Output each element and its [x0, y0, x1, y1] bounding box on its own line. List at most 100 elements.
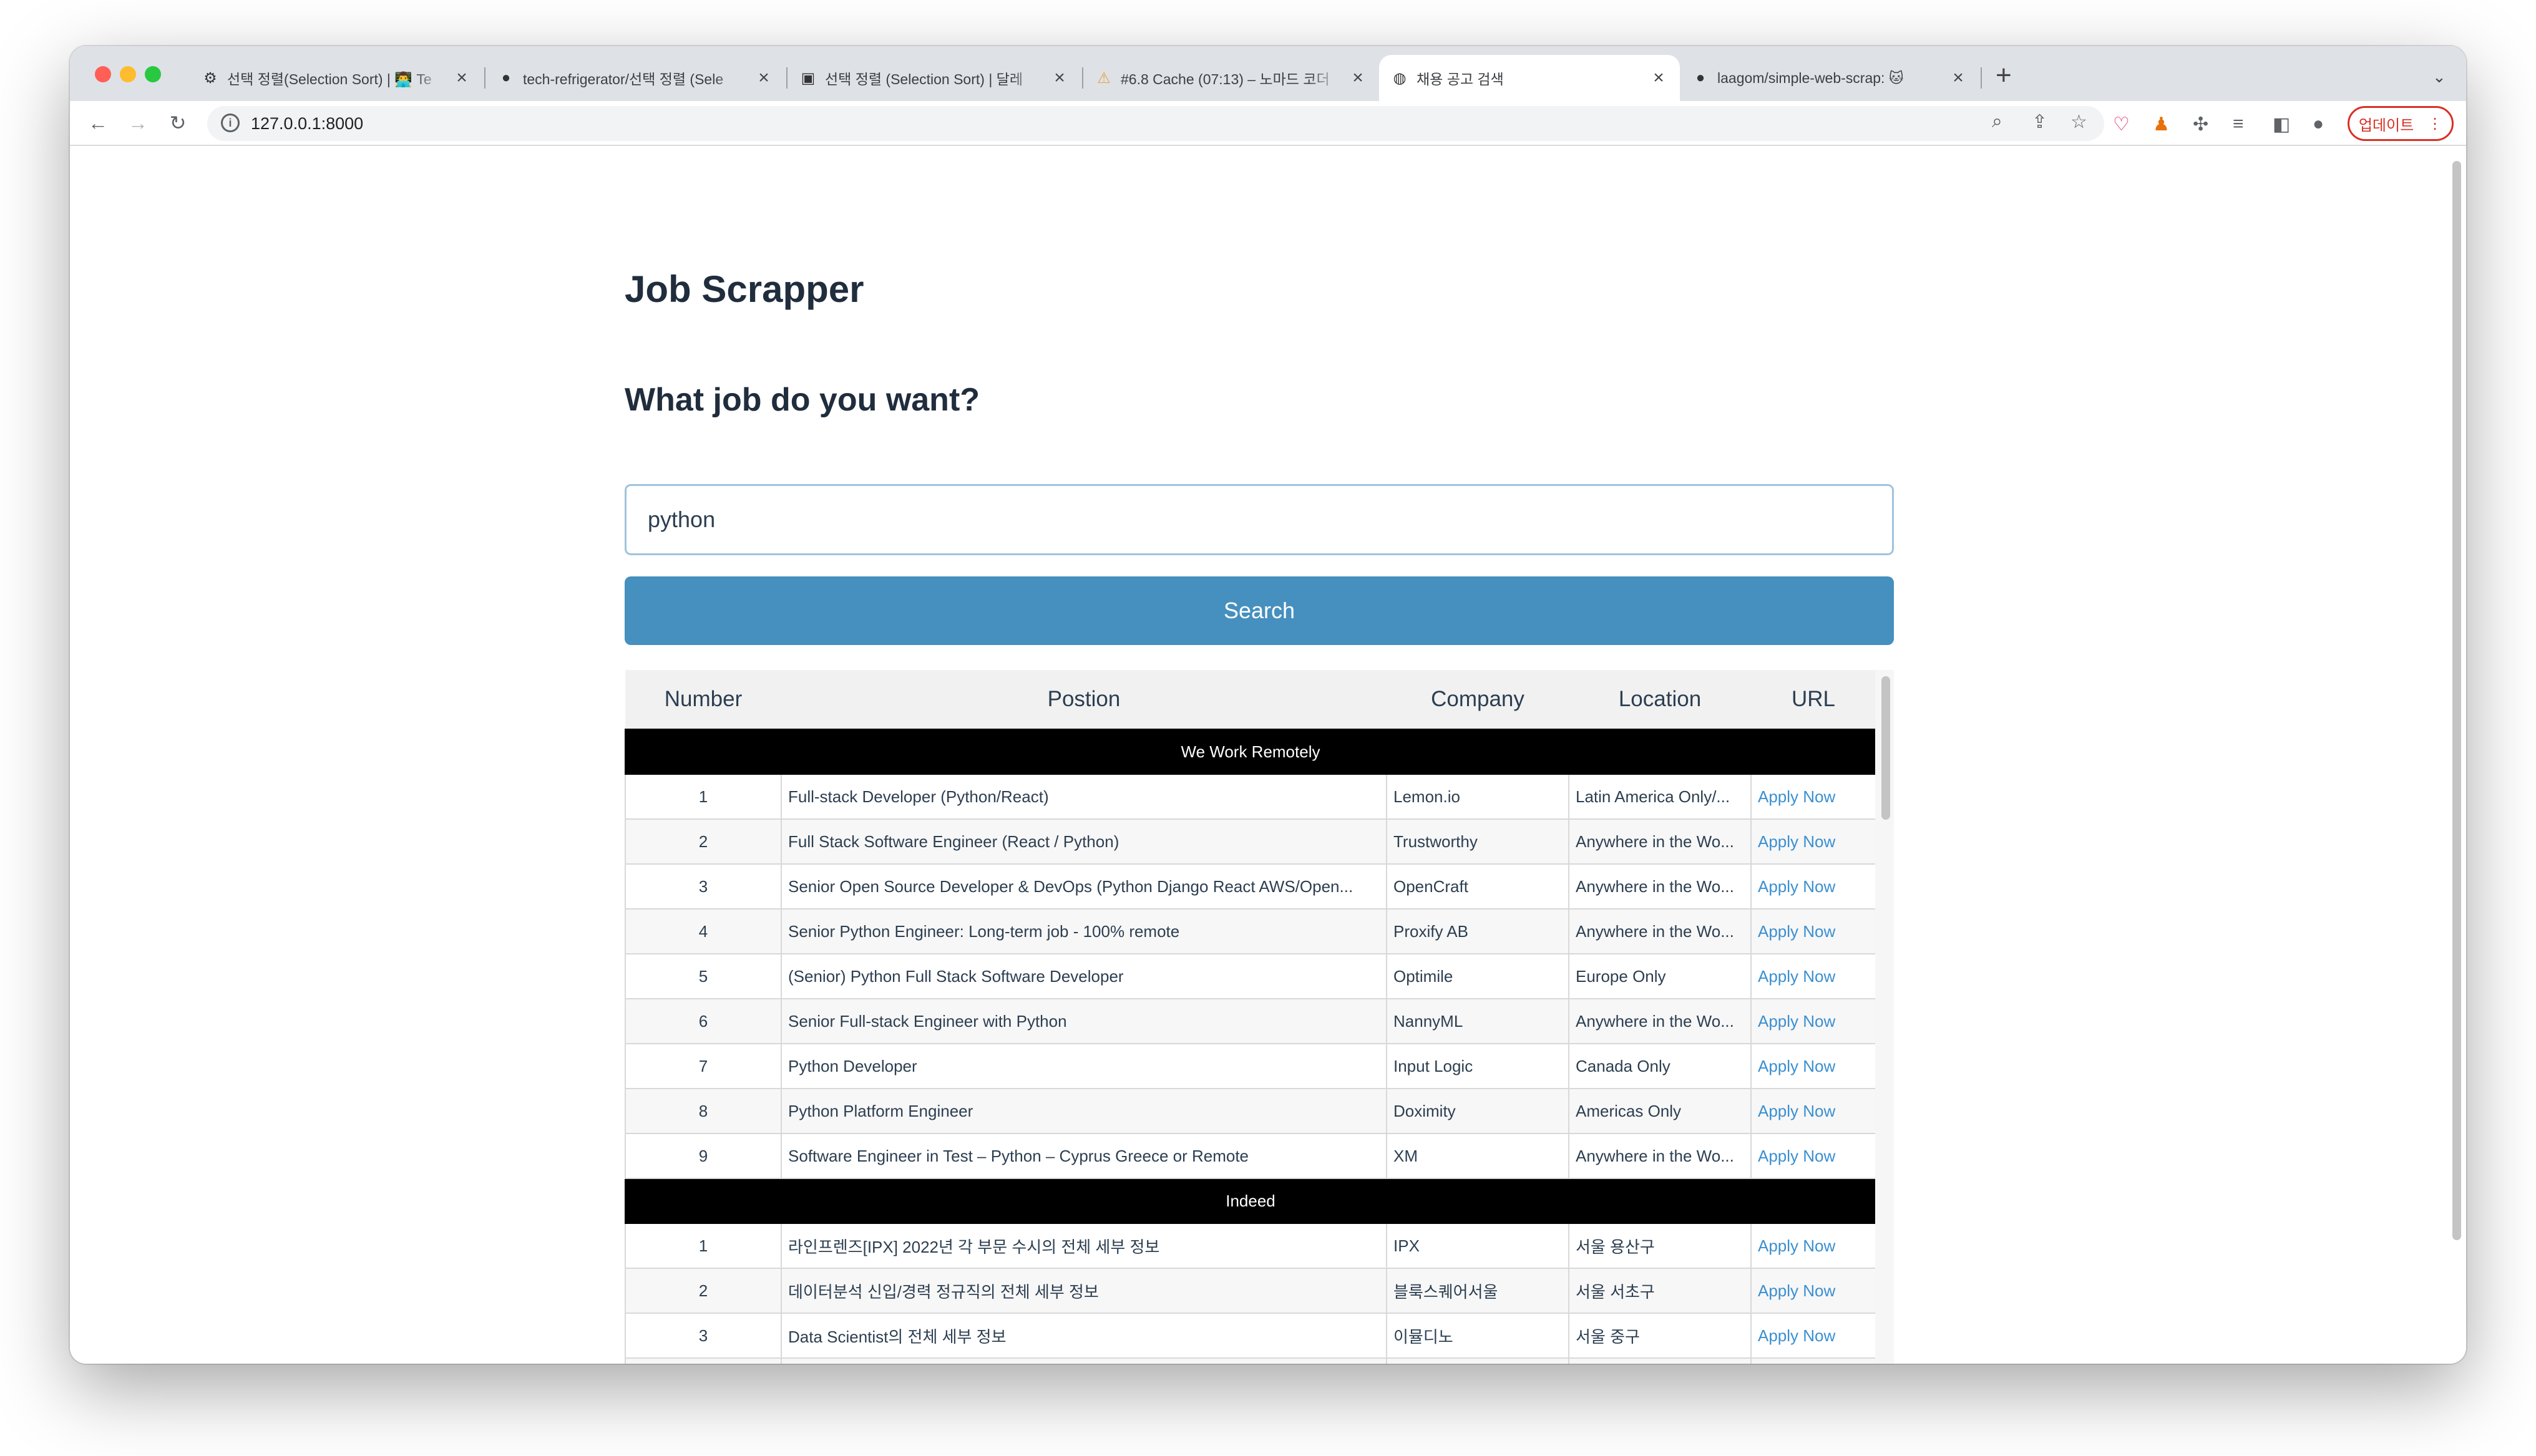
apply-now-link[interactable]: Apply Now — [1758, 1057, 1835, 1075]
apply-now-link[interactable]: Apply Now — [1758, 877, 1835, 896]
tab-title: tech-refrigerator/선택 정렬 (Sele — [523, 71, 724, 87]
cell-location: Canada Only — [1568, 1043, 1752, 1089]
gear-icon: ⚙ — [203, 69, 217, 87]
close-icon[interactable]: × — [1650, 67, 1667, 89]
reading-list-icon[interactable]: ≡ — [2233, 114, 2244, 135]
pocket-icon[interactable]: ♡ — [2113, 114, 2130, 135]
update-button[interactable]: 업데이트 ⋮ — [2348, 106, 2454, 141]
page-subtitle: What job do you want? — [625, 382, 980, 418]
cell-url: Apply Now — [1750, 1357, 1876, 1364]
cell-position: Software Engineer in Test – Python – Cyp… — [781, 1133, 1387, 1179]
side-panel-icon[interactable]: ◧ — [2273, 114, 2290, 135]
cell-position: (Senior) Python Full Stack Software Deve… — [781, 953, 1387, 999]
browser-window: ⚙ 선택 정렬(Selection Sort) | 👨‍💻 Te × ● tec… — [70, 46, 2466, 1364]
tab-selection-sort-2[interactable]: ▣ 선택 정렬 (Selection Sort) | 달레 × — [788, 55, 1081, 101]
tab-title: 선택 정렬 (Selection Sort) | 달레 — [825, 71, 1023, 87]
cell-position: Full-stack Developer (Python/React) — [781, 774, 1387, 820]
profile-icon[interactable]: ● — [2313, 114, 2324, 135]
info-icon[interactable]: i — [221, 114, 240, 132]
cell-company: IPX — [1386, 1223, 1569, 1269]
table-row: 4 Senior Python Engineer: Long-term job -… — [625, 908, 1876, 954]
tab-cache-lecture[interactable]: ⚠ #6.8 Cache (07:13) – 노마드 코더 × — [1083, 55, 1379, 101]
cell-url: Apply Now — [1750, 953, 1876, 999]
close-icon[interactable]: × — [1051, 67, 1068, 89]
table-body: We Work Remotely 1 Full-stack Developer (P… — [625, 729, 1876, 1364]
close-icon[interactable]: × — [755, 67, 773, 89]
tab-title: 선택 정렬(Selection Sort) | 👨‍💻 Te — [227, 71, 432, 87]
image-icon: ▣ — [801, 69, 816, 87]
cell-url: Apply Now — [1750, 863, 1876, 910]
apply-now-link[interactable]: Apply Now — [1758, 1102, 1835, 1120]
puzzle-icon[interactable]: ✣ — [2193, 114, 2208, 135]
globe-icon: ◍ — [1393, 69, 1407, 87]
close-icon[interactable]: × — [1349, 67, 1367, 89]
cell-location: Anywhere in the Wo... — [1568, 863, 1752, 910]
cell-company: XM — [1386, 1133, 1569, 1179]
zoom-icon[interactable]: ⌕ — [1992, 111, 2002, 132]
close-icon[interactable]: × — [1949, 67, 1967, 89]
cell-number: 5 — [625, 953, 782, 999]
tab-simple-web-scrap[interactable]: ● laagom/simple-web-scrap: 🐱 × — [1680, 55, 1979, 101]
update-label: 업데이트 — [2358, 117, 2414, 134]
table-scrollbar-thumb[interactable] — [1881, 676, 1890, 820]
cell-company: Trustworthy — [1386, 818, 1569, 865]
cell-url: Apply Now — [1750, 1043, 1876, 1089]
close-window-button[interactable] — [95, 66, 111, 82]
page-viewport: Job Scrapper What job do you want? Searc… — [70, 146, 2466, 1364]
column-header-position: Postion — [781, 670, 1387, 729]
new-tab-button[interactable]: + — [1996, 60, 2012, 91]
cell-url: Apply Now — [1750, 1088, 1876, 1134]
close-icon[interactable]: × — [453, 67, 471, 89]
table-row: 3 Senior Open Source Developer & DevOps (… — [625, 863, 1876, 910]
chevron-down-icon[interactable]: ⌄ — [2432, 67, 2446, 87]
more-icon: ⋮ — [2427, 115, 2443, 132]
table-scrollbar[interactable] — [1875, 670, 1894, 1364]
apply-now-link[interactable]: Apply Now — [1758, 1012, 1835, 1031]
cell-number: 4 — [625, 908, 782, 954]
apply-now-link[interactable]: Apply Now — [1758, 1326, 1835, 1345]
tab-job-search[interactable]: ◍ 채용 공고 검색 × — [1379, 55, 1680, 101]
zoom-window-button[interactable] — [145, 66, 161, 82]
apply-now-link[interactable]: Apply Now — [1758, 967, 1835, 986]
table-row: 9 Software Engineer in Test – Python – Cy… — [625, 1133, 1876, 1179]
apply-now-link[interactable]: Apply Now — [1758, 787, 1835, 806]
address-url[interactable]: 127.0.0.1:8000 — [251, 114, 363, 133]
cell-company: 블룩스퀘어서울 — [1386, 1268, 1569, 1314]
column-header-location: Location — [1569, 670, 1751, 729]
browser-toolbar: ← → ↻ i 127.0.0.1:8000 ⌕ ⇪ ☆ ♡ ♟ ✣ ≡ ◧ ●… — [70, 101, 2466, 146]
share-icon[interactable]: ⇪ — [2032, 111, 2047, 133]
forward-button[interactable]: → — [122, 107, 154, 138]
cell-url: Apply Now — [1750, 1133, 1876, 1179]
apply-now-link[interactable]: Apply Now — [1758, 832, 1835, 851]
search-button[interactable]: Search — [625, 576, 1894, 645]
cell-number: 9 — [625, 1133, 782, 1179]
cell-number: 1 — [625, 774, 782, 820]
tab-strip: ⚙ 선택 정렬(Selection Sort) | 👨‍💻 Te × ● tec… — [70, 46, 2466, 101]
table-row: 6 Senior Full-stack Engineer with Python N… — [625, 998, 1876, 1044]
column-header-company: Company — [1387, 670, 1569, 729]
extension-icon[interactable]: ♟ — [2153, 114, 2170, 135]
cell-location: Anywhere in the Wo... — [1568, 998, 1752, 1044]
reload-button[interactable]: ↻ — [162, 107, 193, 138]
bookmark-star-icon[interactable]: ☆ — [2070, 111, 2087, 133]
apply-now-link[interactable]: Apply Now — [1758, 922, 1835, 941]
cell-company: Doximity — [1386, 1088, 1569, 1134]
tab-title: #6.8 Cache (07:13) – 노마드 코더 — [1121, 71, 1330, 87]
back-button[interactable]: ← — [82, 107, 114, 138]
table-row: 3 Data Scientist의 전체 세부 정보 이뮬디노 서울 중구 Apply … — [625, 1313, 1876, 1359]
table-row: 1 Full-stack Developer (Python/React) Lemo… — [625, 774, 1876, 820]
cell-position: Full Stack Software Engineer (React / Py… — [781, 818, 1387, 865]
minimize-window-button[interactable] — [120, 66, 136, 82]
tab-tech-refrigerator[interactable]: ● tech-refrigerator/선택 정렬 (Sele × — [485, 55, 785, 101]
apply-now-link[interactable]: Apply Now — [1758, 1236, 1835, 1255]
apply-now-link[interactable]: Apply Now — [1758, 1281, 1835, 1300]
tab-selection-sort-1[interactable]: ⚙ 선택 정렬(Selection Sort) | 👨‍💻 Te × — [190, 55, 483, 101]
search-input[interactable] — [625, 484, 1894, 555]
cell-location: Anywhere in the Wo... — [1568, 908, 1752, 954]
apply-now-link[interactable]: Apply Now — [1758, 1147, 1835, 1165]
cell-number: 3 — [625, 863, 782, 910]
page-scrollbar[interactable] — [2452, 161, 2461, 1240]
address-bar[interactable]: i 127.0.0.1:8000 ⌕ ⇪ ☆ — [207, 106, 2104, 141]
table-row: 7 Python Developer Input Logic Canada Only A… — [625, 1043, 1876, 1089]
cell-location: Anywhere in the Wo... — [1568, 818, 1752, 865]
